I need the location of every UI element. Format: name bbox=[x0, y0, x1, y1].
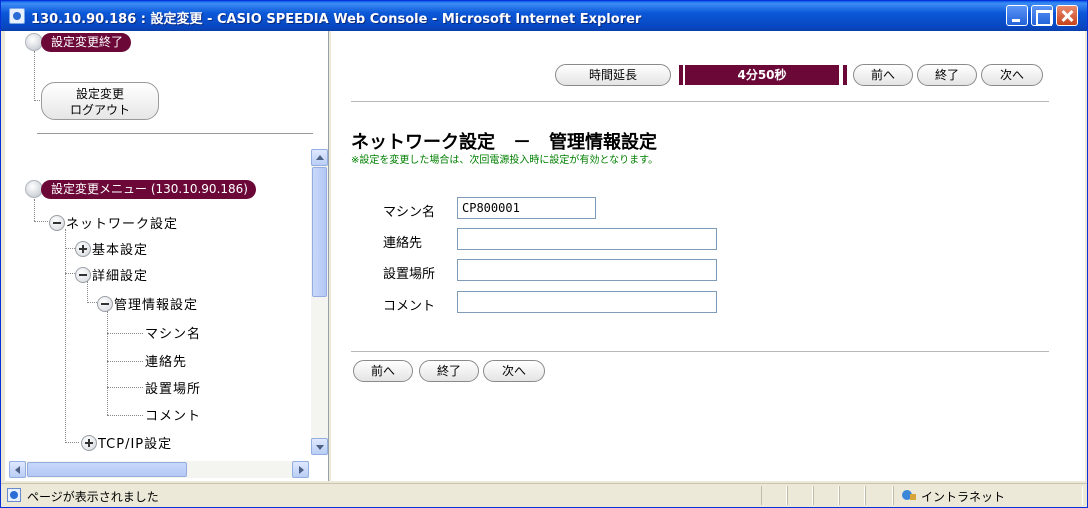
extend-time-button[interactable]: 時間延長 bbox=[555, 64, 671, 86]
expand-icon[interactable] bbox=[75, 241, 91, 257]
contact-input[interactable] bbox=[457, 228, 717, 250]
expand-icon[interactable] bbox=[81, 435, 97, 451]
remaining-time: 4分50秒 bbox=[685, 65, 839, 85]
left-arrow-icon bbox=[15, 466, 20, 474]
status-bar: ページが表示されました イントラネット bbox=[1, 483, 1087, 507]
next-button-bottom[interactable]: 次へ bbox=[483, 360, 545, 382]
divider bbox=[351, 351, 1049, 352]
collapse-icon[interactable] bbox=[49, 215, 65, 231]
title-bar: 130.10.90.186 : 設定変更 - CASIO SPEEDIA Web… bbox=[1, 1, 1087, 31]
scroll-thumb[interactable] bbox=[312, 167, 327, 297]
security-zone-text: イントラネット bbox=[921, 490, 1006, 504]
status-text: ページが表示されました bbox=[27, 490, 159, 504]
tree-item-machine[interactable]: マシン名 bbox=[145, 323, 201, 342]
minimize-button[interactable] bbox=[1006, 5, 1028, 26]
machine-name-label: マシン名 bbox=[383, 205, 436, 220]
maximize-button[interactable] bbox=[1031, 5, 1053, 26]
location-input[interactable] bbox=[457, 259, 717, 281]
logout-button-line2: ログアウト bbox=[69, 103, 130, 117]
tree-item-contact[interactable]: 連絡先 bbox=[145, 351, 187, 370]
up-arrow-icon bbox=[316, 155, 324, 160]
scroll-right-button[interactable] bbox=[292, 461, 309, 478]
collapse-icon[interactable] bbox=[75, 267, 91, 283]
right-arrow-icon bbox=[299, 466, 304, 474]
end-button-top[interactable]: 終了 bbox=[917, 64, 977, 86]
collapse-icon[interactable] bbox=[97, 296, 113, 312]
next-button-top[interactable]: 次へ bbox=[981, 64, 1043, 86]
settings-menu-header: 設定変更メニュー (130.10.90.186) bbox=[41, 180, 256, 199]
scroll-left-button[interactable] bbox=[9, 461, 26, 478]
logout-button[interactable]: 設定変更 ログアウト bbox=[41, 82, 159, 120]
tree-item-label: 基本設定 bbox=[92, 243, 149, 258]
contact-label: 連絡先 bbox=[383, 236, 423, 251]
comment-label: コメント bbox=[383, 299, 436, 314]
tree-item-label: TCP/IP設定 bbox=[98, 437, 173, 452]
tree-item-tcpip[interactable]: TCP/IP設定 bbox=[81, 433, 172, 452]
close-button[interactable] bbox=[1056, 5, 1078, 26]
tree-item-label: 管理情報設定 bbox=[114, 298, 199, 313]
scroll-down-button[interactable] bbox=[311, 438, 328, 455]
page-loaded-icon bbox=[7, 488, 21, 502]
left-menu-frame: 設定変更終了 設定変更 ログアウト 設定変更メニュー (130.10.90.18… bbox=[5, 31, 329, 481]
divider bbox=[37, 133, 313, 134]
tree-item-label: 詳細設定 bbox=[92, 269, 149, 284]
horizontal-scrollbar[interactable] bbox=[9, 461, 309, 478]
settings-note: ※設定を変更した場合は、次回電源投入時に設定が有効となります。 bbox=[351, 155, 659, 166]
settings-end-label: 設定変更終了 bbox=[41, 33, 132, 52]
tree-item-label: ネットワーク設定 bbox=[66, 217, 179, 232]
prev-button-top[interactable]: 前へ bbox=[853, 64, 913, 86]
tree-item-comment[interactable]: コメント bbox=[145, 405, 201, 424]
tree-item-mgmt[interactable]: 管理情報設定 bbox=[97, 294, 198, 313]
vertical-scrollbar[interactable] bbox=[311, 149, 328, 455]
divider bbox=[351, 101, 1049, 102]
intranet-zone-icon bbox=[902, 490, 916, 500]
tree-item-location[interactable]: 設置場所 bbox=[145, 378, 201, 397]
window-title: 130.10.90.186 : 設定変更 - CASIO SPEEDIA Web… bbox=[31, 12, 642, 27]
browser-window: 130.10.90.186 : 設定変更 - CASIO SPEEDIA Web… bbox=[0, 0, 1088, 508]
location-label: 設置場所 bbox=[383, 267, 436, 282]
scroll-up-button[interactable] bbox=[311, 149, 328, 166]
down-arrow-icon bbox=[316, 445, 324, 450]
ie-page-icon bbox=[9, 8, 25, 24]
logout-button-line1: 設定変更 bbox=[75, 87, 124, 101]
tree-item-detail[interactable]: 詳細設定 bbox=[75, 265, 148, 284]
tree-item-basic[interactable]: 基本設定 bbox=[75, 239, 148, 258]
scroll-thumb[interactable] bbox=[27, 462, 187, 477]
main-content-frame: 時間延長 4分50秒 前へ 終了 次へ ネットワーク設定 － 管理情報設定 ※設… bbox=[331, 31, 1085, 481]
tree-item-network[interactable]: ネットワーク設定 bbox=[49, 213, 178, 232]
machine-name-input[interactable] bbox=[457, 197, 596, 219]
end-button-bottom[interactable]: 終了 bbox=[419, 360, 479, 382]
prev-button-bottom[interactable]: 前へ bbox=[353, 360, 413, 382]
comment-input[interactable] bbox=[457, 291, 717, 313]
